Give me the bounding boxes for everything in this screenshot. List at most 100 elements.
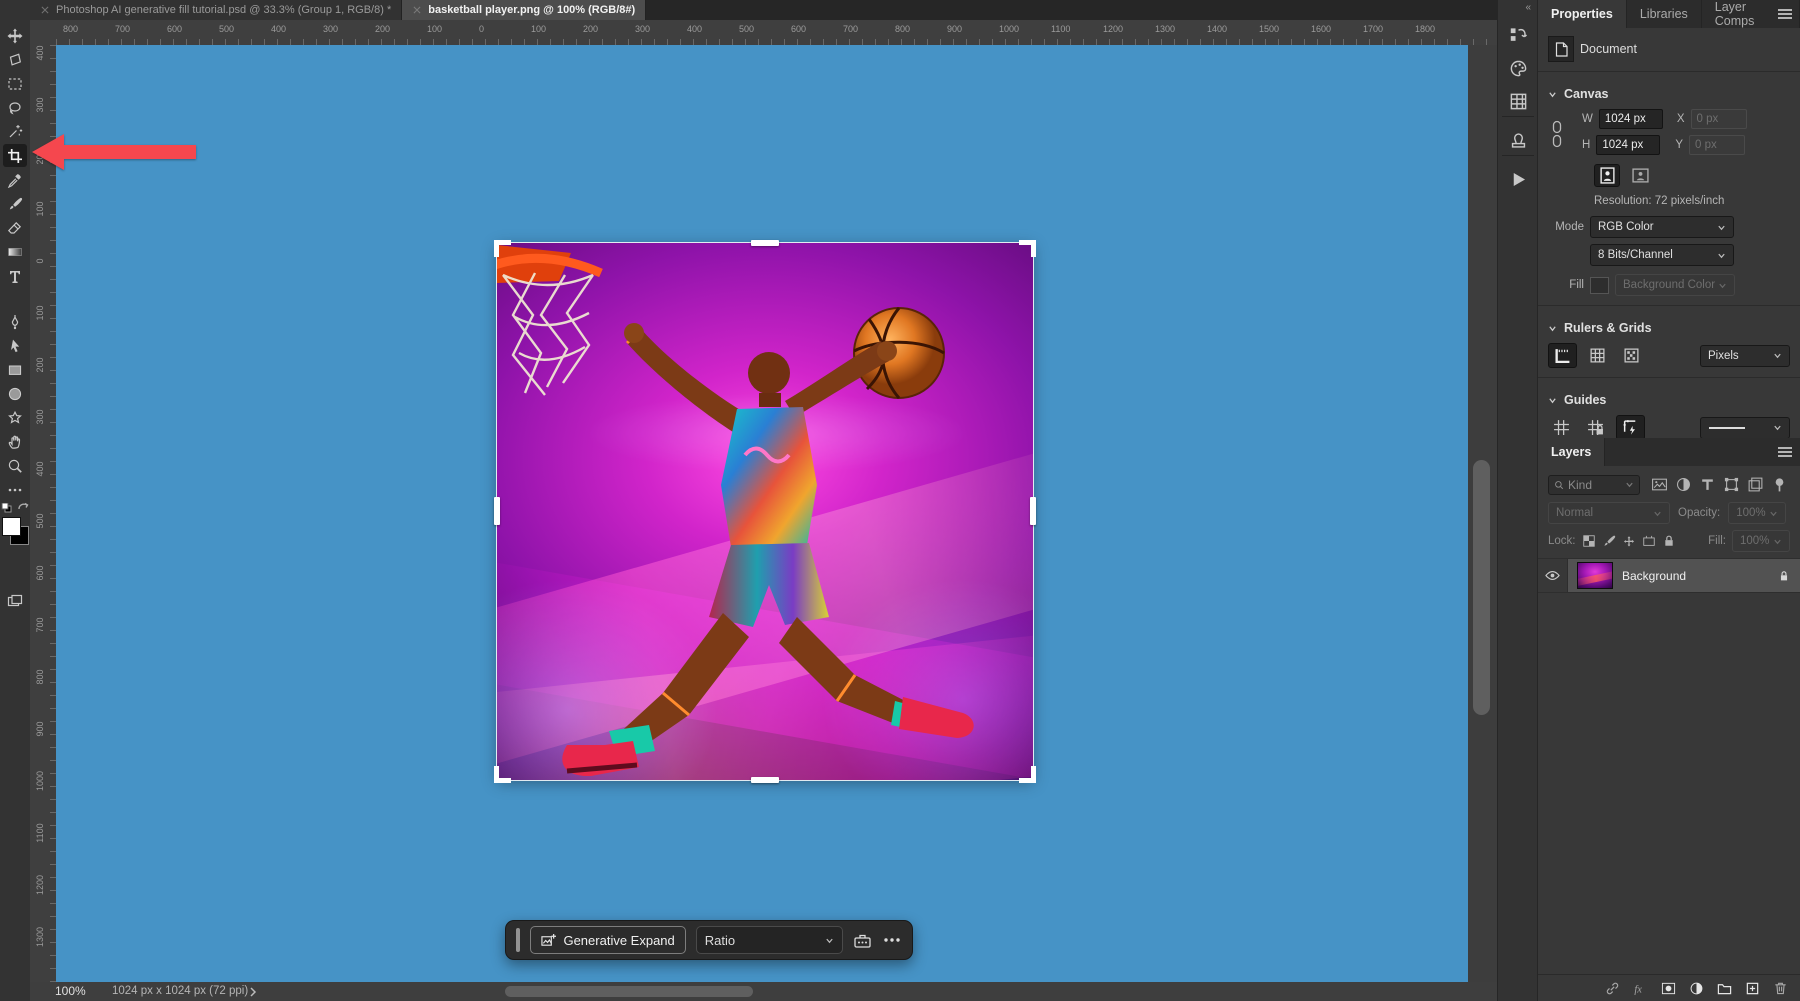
marquee-tool[interactable] <box>3 72 27 95</box>
ruler-icon[interactable] <box>1548 343 1577 368</box>
crop-bounds[interactable] <box>497 243 1033 780</box>
smart-guides-icon[interactable] <box>1616 415 1645 440</box>
type-tool[interactable] <box>3 264 27 287</box>
crop-handle-right[interactable] <box>1030 497 1036 525</box>
close-icon[interactable] <box>412 5 422 15</box>
move-tool[interactable] <box>3 24 27 47</box>
layer-group-icon[interactable] <box>1717 981 1732 996</box>
smart-object-filter-icon[interactable] <box>1744 473 1766 496</box>
magic-wand-tool[interactable] <box>3 120 27 143</box>
edit-toolbar[interactable] <box>3 478 27 501</box>
tab-layers[interactable]: Layers <box>1538 438 1605 466</box>
foreground-color-swatch[interactable] <box>2 517 21 536</box>
lasso-tool[interactable] <box>3 96 27 119</box>
lock-position-icon[interactable] <box>1622 534 1636 548</box>
document-tab-2[interactable]: basketball player.png @ 100% (RGB/8#) <box>402 0 646 20</box>
crop-ratio-select[interactable]: Ratio <box>696 926 843 954</box>
vertical-scrollbar-thumb[interactable] <box>1473 460 1490 715</box>
ruler-units-select[interactable]: Pixels <box>1700 345 1790 367</box>
crop-handle-bottom-left[interactable] <box>494 766 511 783</box>
crop-handle-left[interactable] <box>494 497 500 525</box>
rectangle-tool[interactable] <box>3 358 27 381</box>
layer-thumbnail[interactable] <box>1577 562 1613 589</box>
guides-icon[interactable] <box>1548 416 1575 439</box>
layer-filter-kind-select[interactable]: Kind <box>1548 475 1640 495</box>
more-options-icon[interactable] <box>882 929 902 951</box>
crop-handle-top[interactable] <box>751 240 779 246</box>
width-input[interactable]: 1024 px <box>1599 109 1663 129</box>
link-dimensions-icon[interactable] <box>1551 120 1563 148</box>
lock-transparency-icon[interactable] <box>1582 534 1596 548</box>
eraser-tool[interactable] <box>3 216 27 239</box>
screen-mode-icon[interactable] <box>3 589 27 612</box>
color-mode-select[interactable]: RGB Color <box>1590 216 1734 238</box>
close-icon[interactable] <box>40 5 50 15</box>
default-colors-icon[interactable] <box>1 503 12 513</box>
layer-row[interactable]: Background <box>1538 559 1800 593</box>
new-layer-icon[interactable] <box>1745 981 1760 996</box>
crop-handle-bottom-right[interactable] <box>1019 766 1036 783</box>
layer-style-icon[interactable]: fx <box>1633 981 1648 996</box>
crop-handle-top-left[interactable] <box>494 240 511 257</box>
lock-all-icon[interactable] <box>1662 534 1676 548</box>
zoom-level[interactable]: 100% <box>55 984 86 998</box>
vertical-scrollbar[interactable] <box>1468 45 1497 982</box>
hruler-label: 1800 <box>1415 24 1435 34</box>
layers-menu-icon[interactable] <box>1778 447 1792 457</box>
height-input[interactable]: 1024 px <box>1596 135 1660 155</box>
pen-tool[interactable] <box>3 310 27 333</box>
layer-group-icon <box>1717 981 1732 996</box>
lock-guides-icon[interactable] <box>1582 416 1609 439</box>
crop-handle-bottom[interactable] <box>751 777 779 783</box>
layer-visibility-toggle[interactable] <box>1538 559 1568 592</box>
transparency-grid-icon[interactable] <box>1618 344 1645 367</box>
shape-filter-icon[interactable] <box>1720 473 1742 496</box>
grid-icon[interactable] <box>1584 344 1611 367</box>
orientation-landscape-button[interactable] <box>1628 165 1652 186</box>
custom-shape-tool[interactable] <box>3 406 27 429</box>
bit-depth-select[interactable]: 8 Bits/Channel <box>1590 244 1734 266</box>
pin-filter-icon[interactable] <box>1768 473 1790 496</box>
horizontal-scrollbar-thumb[interactable] <box>505 986 753 997</box>
tool-presets-panel-icon[interactable] <box>1503 127 1533 154</box>
swap-colors-icon[interactable] <box>17 501 29 513</box>
swatches-panel-icon[interactable] <box>1503 88 1533 115</box>
path-select-tool[interactable] <box>3 334 27 357</box>
pixel-layer-filter-icon[interactable] <box>1648 473 1670 496</box>
rulers-grids-section-header[interactable]: Rulers & Grids <box>1538 312 1800 340</box>
properties-menu-icon[interactable] <box>1778 9 1792 19</box>
collapse-panels-icon[interactable]: « <box>1525 2 1530 13</box>
link-layers-icon[interactable] <box>1605 981 1620 996</box>
guide-style-select[interactable] <box>1700 417 1790 439</box>
task-bar-drag-handle[interactable] <box>516 928 520 952</box>
tab-properties[interactable]: Properties <box>1538 0 1627 28</box>
artboard-tool[interactable] <box>3 48 27 71</box>
zoom-tool[interactable] <box>3 454 27 477</box>
document-tab-1[interactable]: Photoshop AI generative fill tutorial.ps… <box>30 0 402 20</box>
properties-toggle-icon[interactable] <box>853 929 873 951</box>
eyedropper-tool[interactable] <box>3 168 27 191</box>
brush-tool[interactable] <box>3 192 27 215</box>
orientation-portrait-button[interactable] <box>1594 164 1620 187</box>
ellipse-tool[interactable] <box>3 382 27 405</box>
crop-handle-top-right[interactable] <box>1019 240 1036 257</box>
gradient-tool[interactable] <box>3 240 27 263</box>
hruler-label: 400 <box>271 24 286 34</box>
crop-tool[interactable] <box>3 144 27 167</box>
status-chevron-icon[interactable] <box>248 986 258 998</box>
lock-paint-icon[interactable] <box>1602 534 1616 548</box>
history-panel-icon[interactable] <box>1503 22 1533 49</box>
lock-artboard-icon[interactable] <box>1642 534 1656 548</box>
hand-tool[interactable] <box>3 430 27 453</box>
adjustment-filter-icon[interactable] <box>1672 473 1694 496</box>
type-filter-icon[interactable] <box>1696 473 1718 496</box>
generative-expand-button[interactable]: Generative Expand <box>530 926 685 954</box>
adjustment-layer-icon[interactable] <box>1689 981 1704 996</box>
guides-section-header[interactable]: Guides <box>1538 384 1800 412</box>
delete-layer-icon[interactable] <box>1773 981 1788 996</box>
color-panel-icon[interactable] <box>1503 55 1533 82</box>
tab-libraries[interactable]: Libraries <box>1627 0 1702 28</box>
canvas-section-header[interactable]: Canvas <box>1538 78 1800 106</box>
layer-mask-icon[interactable] <box>1661 981 1676 996</box>
actions-panel-icon[interactable] <box>1503 166 1533 193</box>
